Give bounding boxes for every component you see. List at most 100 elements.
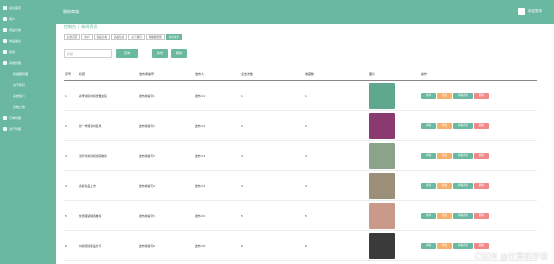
view-comments-button[interactable]: 查看评论 (453, 242, 473, 249)
view-comments-button[interactable]: 查看评论 (453, 92, 473, 99)
view-comments-button[interactable]: 查看评论 (453, 212, 473, 219)
view-comments-button[interactable]: 查看评论 (453, 152, 473, 159)
sidebar-item[interactable]: 关于我们 (3, 79, 56, 90)
sidebar-item[interactable]: 系统简介 (3, 90, 56, 101)
table-header: 序号 标题 发布者编号 发布人 点击次数 收藏数 图片 操作 (64, 68, 537, 81)
row-click-count: 4 (241, 183, 243, 188)
view-button[interactable]: 详情 (421, 122, 436, 129)
table-row: 5 优质服装精选推荐 发布者编号5 发布人5 5 5 详情 修改 查看评论 删除 (64, 201, 537, 231)
sidebar-item-label: 关于我们 (13, 82, 26, 87)
row-favorites: 6 (305, 243, 307, 248)
row-favorites: 5 (305, 213, 307, 218)
sidebar-item-label: 系统简介 (13, 93, 26, 98)
column-header: 序号 (65, 72, 72, 76)
sidebar-item[interactable]: 商品分类 (3, 24, 56, 35)
sidebar-item-label: 商品分类 (9, 27, 22, 32)
view-button[interactable]: 详情 (421, 212, 436, 219)
tab-item[interactable]: 商品信息 (110, 34, 128, 40)
goods-icon (3, 38, 7, 43)
edit-button[interactable]: 修改 (437, 212, 452, 219)
top-bar: 服饰商城 欢迎登录 (56, 0, 554, 24)
row-actions: 详情 修改 查看评论 删除 (420, 242, 537, 249)
category-icon (3, 27, 7, 32)
user-menu[interactable]: 欢迎登录 (518, 8, 542, 15)
table-body: 1 春季穿搭时尚优雅女装 发布者编号1 发布人1 1 1 详情 修改 查看评论 删除 2 新一季潮流时… (64, 81, 537, 261)
delete-row-button[interactable]: 删除 (474, 182, 489, 189)
delete-row-button[interactable]: 删除 (474, 92, 489, 99)
tab-item[interactable]: 新闻资讯 (165, 34, 183, 40)
row-click-count: 6 (241, 243, 243, 248)
edit-button[interactable]: 修改 (437, 92, 452, 99)
row-number: 5 (65, 213, 67, 218)
row-title: 时尚潮流新品分享 (79, 243, 102, 248)
tab-item[interactable]: 后台首页 (64, 34, 81, 40)
column-header: 收藏数 (305, 72, 315, 76)
edit-button[interactable]: 修改 (437, 122, 452, 129)
row-title: 春夏新品上市 (79, 183, 96, 188)
row-actions: 详情 修改 查看评论 删除 (420, 122, 537, 129)
delete-row-button[interactable]: 删除 (474, 152, 489, 159)
row-image-cell (368, 82, 420, 109)
view-comments-button[interactable]: 查看评论 (453, 182, 473, 189)
row-publisher: 发布人5 (195, 213, 206, 218)
row-title: 春季穿搭时尚优雅女装 (79, 93, 107, 98)
view-button[interactable]: 详情 (421, 242, 436, 249)
sidebar-item[interactable]: 系统公告 (3, 101, 56, 112)
row-number: 1 (65, 93, 67, 98)
gear-icon (3, 60, 7, 65)
edit-button[interactable]: 修改 (437, 152, 452, 159)
delete-row-button[interactable]: 删除 (474, 242, 489, 249)
row-publisher: 发布人1 (195, 93, 206, 98)
main-content: 控制台 / 新闻资讯 后台首页 用户 商品分类 商品信息 关于我们 轮播图管理 新闻资讯 标… (56, 24, 554, 264)
column-header: 操作 (421, 72, 428, 76)
sidebar-item[interactable]: 新闻 (3, 46, 56, 57)
row-image-cell (368, 172, 420, 199)
add-button[interactable]: 新增 (152, 49, 168, 58)
news-thumbnail (369, 82, 395, 109)
breadcrumb-current: 新闻资讯 (81, 24, 98, 29)
edit-button[interactable]: 修改 (437, 242, 452, 249)
sidebar-item[interactable]: 系统管理 (3, 57, 56, 68)
tab-item[interactable]: 轮播图管理 (145, 34, 165, 40)
delete-row-button[interactable]: 删除 (474, 212, 489, 219)
edit-button[interactable]: 修改 (437, 182, 452, 189)
row-favorites: 1 (305, 93, 307, 98)
column-header: 标题 (79, 72, 86, 76)
search-input[interactable]: 标题 (64, 49, 112, 58)
row-click-count: 5 (241, 213, 243, 218)
search-button[interactable]: 查询 (116, 49, 138, 58)
sidebar-item[interactable]: 资产管理 (3, 123, 56, 134)
sidebar-item[interactable]: 后台首页 (3, 2, 56, 13)
row-number: 6 (65, 243, 67, 248)
sidebar-item[interactable]: 商品信息 (3, 35, 56, 46)
view-button[interactable]: 详情 (421, 182, 436, 189)
view-button[interactable]: 详情 (421, 92, 436, 99)
row-actions: 详情 修改 查看评论 删除 (420, 182, 537, 189)
view-comments-button[interactable]: 查看评论 (453, 122, 473, 129)
news-thumbnail (369, 112, 395, 139)
sidebar-item[interactable]: 用户 (3, 13, 56, 24)
tab-item[interactable]: 关于我们 (128, 34, 145, 40)
breadcrumb-home[interactable]: 控制台 (64, 24, 76, 30)
row-title: 新一季潮流时装风 (79, 123, 102, 128)
row-publisher: 发布人4 (195, 183, 206, 188)
row-publisher-no: 发布者编号1 (139, 93, 155, 98)
sidebar-item[interactable]: 轮播图管理 (3, 68, 56, 79)
tab-item[interactable]: 商品分类 (93, 34, 110, 40)
delete-row-button[interactable]: 删除 (474, 122, 489, 129)
home-icon (3, 5, 7, 10)
row-click-count: 1 (241, 93, 243, 98)
sidebar-item[interactable]: 订单管理 (3, 112, 56, 123)
row-favorites: 3 (305, 153, 307, 158)
news-table: 序号 标题 发布者编号 发布人 点击次数 收藏数 图片 操作 1 春季穿搭时尚优雅女装 发布者编号… (64, 68, 537, 261)
sidebar-item-label: 商品信息 (9, 38, 22, 43)
tab-item[interactable]: 用户 (81, 34, 93, 40)
row-image-cell (368, 142, 420, 169)
column-header: 图片 (369, 72, 376, 76)
view-button[interactable]: 详情 (421, 152, 436, 159)
row-actions: 详情 修改 查看评论 删除 (420, 212, 537, 219)
asset-icon (3, 126, 7, 131)
delete-button[interactable]: 删除 (171, 49, 187, 58)
breadcrumb-separator: / (78, 24, 80, 29)
row-publisher-no: 发布者编号4 (139, 183, 155, 188)
